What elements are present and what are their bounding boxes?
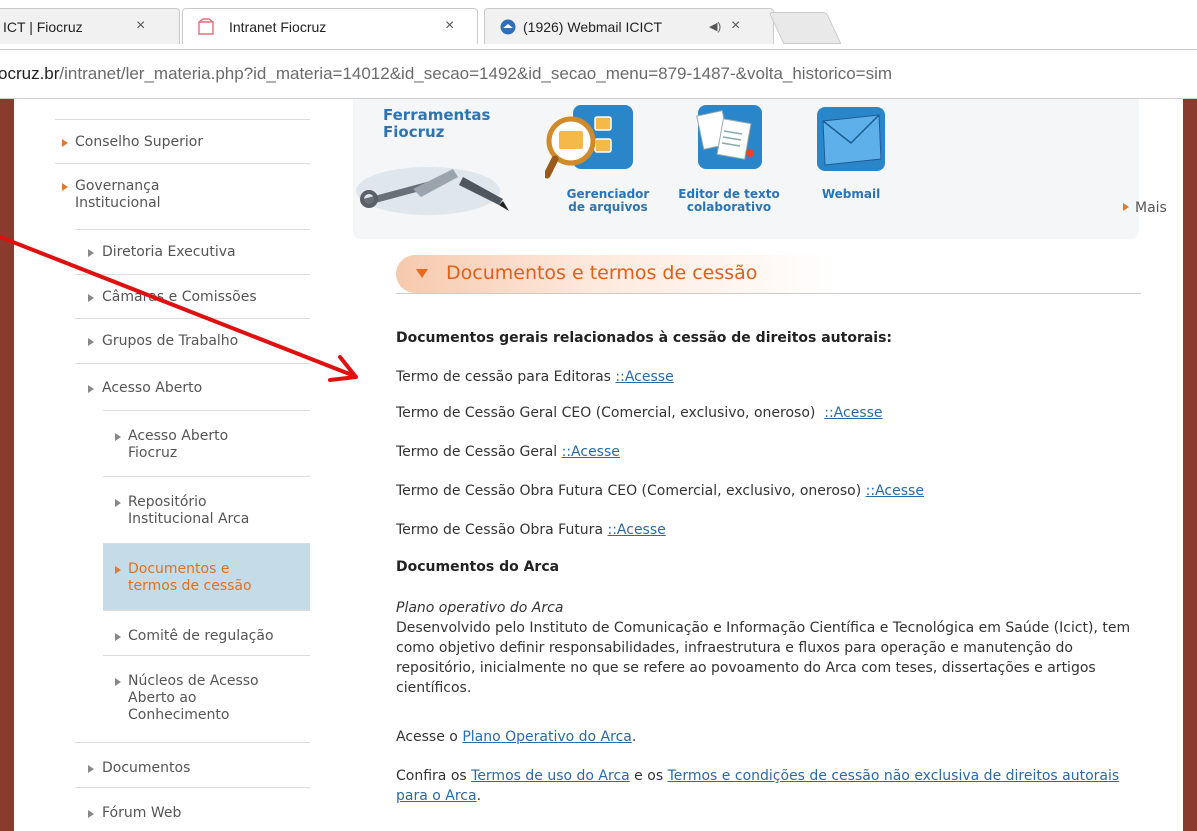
bullet-arrow-icon — [62, 183, 68, 191]
bullet-arrow-icon — [88, 385, 94, 393]
tab-intranet-fiocruz[interactable]: Intranet Fiocruz × — [182, 8, 478, 44]
acesse-link[interactable]: ::Acesse — [615, 369, 673, 385]
tab-close-icon[interactable]: × — [731, 17, 740, 35]
bullet-arrow-icon — [88, 249, 94, 257]
bullet-arrow-icon — [88, 338, 94, 346]
plan-description: Plano operativo do Arca Desenvolvido pel… — [396, 598, 1141, 698]
tools-wrench-pen-icon — [356, 167, 509, 215]
bullet-arrow-icon — [88, 765, 94, 773]
sidebar-item-acesso-aberto-fiocruz[interactable]: Acesso Aberto Fiocruz — [103, 410, 310, 476]
bullet-arrow-icon — [115, 678, 121, 686]
sidebar-item-label: Acesso Aberto Fiocruz — [128, 428, 229, 461]
tab-close-icon[interactable]: × — [136, 17, 145, 35]
page-frame-right — [1183, 99, 1197, 831]
sidebar-item-label: Núcleos de Acesso Aberto ao Conhecimento — [128, 673, 259, 723]
page-frame-left — [0, 99, 14, 831]
terms-paragraph: Confira os Termos de uso do Arca e os Te… — [396, 768, 1120, 804]
acesse-link[interactable]: ::Acesse — [824, 405, 882, 421]
content-heading-general: Documentos gerais relacionados à cessão … — [396, 330, 893, 346]
sidebar-item-grupos-trabalho[interactable]: Grupos de Trabalho — [75, 318, 310, 363]
sidebar-item-acesso-aberto[interactable]: Acesso Aberto — [75, 363, 310, 410]
doc-row: Termo de Cessão Obra Futura ::Acesse — [396, 522, 666, 538]
file-manager-label[interactable]: Gerenciador de arquivos — [563, 188, 653, 214]
sidebar-item-label: Grupos de Trabalho — [102, 333, 239, 349]
collaborative-editor-icon[interactable] — [690, 103, 770, 183]
terms-of-use-link[interactable]: Termos de uso do Arca — [471, 768, 630, 784]
sidebar-item-governanca[interactable]: Governança Institucional — [55, 163, 310, 229]
sidebar-item-diretoria-executiva[interactable]: Diretoria Executiva — [75, 229, 310, 274]
sidebar-item-documentos-termos[interactable]: Documentos e termos de cessão — [103, 543, 310, 610]
sidebar-item-nucleos-acesso[interactable]: Núcleos de Acesso Aberto ao Conhecimento — [103, 655, 310, 742]
tab-webmail-icict[interactable]: (1926) Webmail ICICT ◀) × — [484, 8, 774, 44]
new-tab-button[interactable] — [768, 12, 842, 44]
sidebar-item-label: Diretoria Executiva — [102, 244, 236, 260]
bullet-arrow-icon — [115, 499, 121, 507]
bullet-arrow-icon — [115, 633, 121, 641]
url-path: /intranet/ler_materia.php?id_materia=140… — [59, 64, 893, 83]
tools-panel: Ferramentas Fiocruz Gerenciador de arquivo… — [353, 99, 1167, 239]
doc-row: Termo de Cessão Obra Futura CEO (Comerci… — [396, 483, 924, 499]
plan-text: Desenvolvido pelo Instituto de Comunicaç… — [396, 620, 1131, 696]
more-tools-link[interactable]: Mais — [1123, 200, 1167, 216]
webmail-icon[interactable] — [811, 103, 891, 183]
bullet-arrow-icon — [1123, 203, 1129, 211]
page-viewport: Conselho Superior Governança Instituciona… — [0, 99, 1197, 831]
doc-row: Termo de Cessão Geral CEO (Comercial, ex… — [396, 405, 883, 421]
tab-audio-icon[interactable]: ◀) — [709, 20, 721, 33]
tab-label: (1926) Webmail ICICT — [523, 19, 663, 35]
doc-row: Termo de Cessão Geral ::Acesse — [396, 444, 620, 460]
url-host: ocruz.br — [0, 64, 60, 83]
plan-operativo-link[interactable]: Plano Operativo do Arca — [462, 729, 632, 745]
sidebar-item-label: Documentos e termos de cessão — [128, 561, 252, 594]
sidebar-item-label: Repositório Institucional Arca — [128, 494, 250, 527]
content-heading-arca: Documentos do Arca — [396, 559, 560, 575]
plan-title: Plano operativo do Arca — [396, 600, 564, 616]
tab-label: ICT | Fiocruz — [3, 19, 83, 35]
section-title: Documentos e termos de cessão — [446, 262, 758, 284]
acesse-link[interactable]: ::Acesse — [562, 444, 620, 460]
sidebar-item-label: Documentos — [102, 760, 191, 776]
webmail-favicon-icon — [500, 19, 516, 35]
tab-close-icon[interactable]: × — [445, 17, 454, 35]
sidebar-item-label: Câmaras e Comissões — [102, 289, 257, 305]
tab-ict-fiocruz[interactable]: ICT | Fiocruz × — [0, 8, 180, 44]
collapse-triangle-icon[interactable] — [416, 269, 428, 278]
acesse-link[interactable]: ::Acesse — [866, 483, 924, 499]
sidebar-item-label: Acesso Aberto — [102, 380, 203, 396]
bullet-arrow-icon — [62, 139, 68, 147]
bullet-arrow-icon — [88, 294, 94, 302]
address-bar[interactable]: ocruz.br/intranet/ler_materia.php?id_mat… — [0, 50, 1197, 99]
collaborative-editor-label[interactable]: Editor de texto colaborativo — [674, 188, 784, 214]
acesse-link[interactable]: ::Acesse — [607, 522, 665, 538]
sidebar-item-label: Governança Institucional — [75, 178, 161, 211]
sidebar-item-label: Comitê de regulação — [128, 628, 274, 644]
bullet-arrow-icon — [88, 810, 94, 818]
tab-label: Intranet Fiocruz — [229, 19, 327, 35]
file-manager-icon[interactable] — [545, 103, 635, 183]
plan-access-line: Acesse o Plano Operativo do Arca. — [396, 729, 637, 745]
tools-title: Ferramentas Fiocruz — [383, 106, 491, 141]
bullet-arrow-icon — [115, 433, 121, 441]
url-text[interactable]: ocruz.br/intranet/ler_materia.php?id_mat… — [0, 64, 892, 84]
bullet-arrow-icon — [115, 566, 121, 574]
sidebar-item-conselho-superior[interactable]: Conselho Superior — [55, 119, 310, 163]
sidebar-item-documentos[interactable]: Documentos — [75, 742, 310, 787]
sidebar-item-label: Conselho Superior — [75, 134, 204, 150]
webmail-label[interactable]: Webmail — [811, 188, 891, 201]
sidebar-item-comite-regulacao[interactable]: Comitê de regulação — [103, 610, 310, 655]
sidebar-item-forum-web[interactable]: Fórum Web — [75, 787, 310, 831]
section-header: Documentos e termos de cessão — [396, 255, 1141, 294]
sidebar-nav: Conselho Superior Governança Instituciona… — [55, 99, 310, 831]
sidebar-item-repositorio-arca[interactable]: Repositório Institucional Arca — [103, 476, 310, 543]
sidebar-item-camaras-comissoes[interactable]: Câmaras e Comissões — [75, 274, 310, 318]
sidebar-item-label: Fórum Web — [102, 805, 182, 821]
browser-tab-bar: ICT | Fiocruz × Intranet Fiocruz × (1926… — [0, 0, 1197, 50]
doc-row: Termo de cessão para Editoras ::Acesse — [396, 369, 674, 385]
page-favicon-icon — [198, 18, 214, 35]
